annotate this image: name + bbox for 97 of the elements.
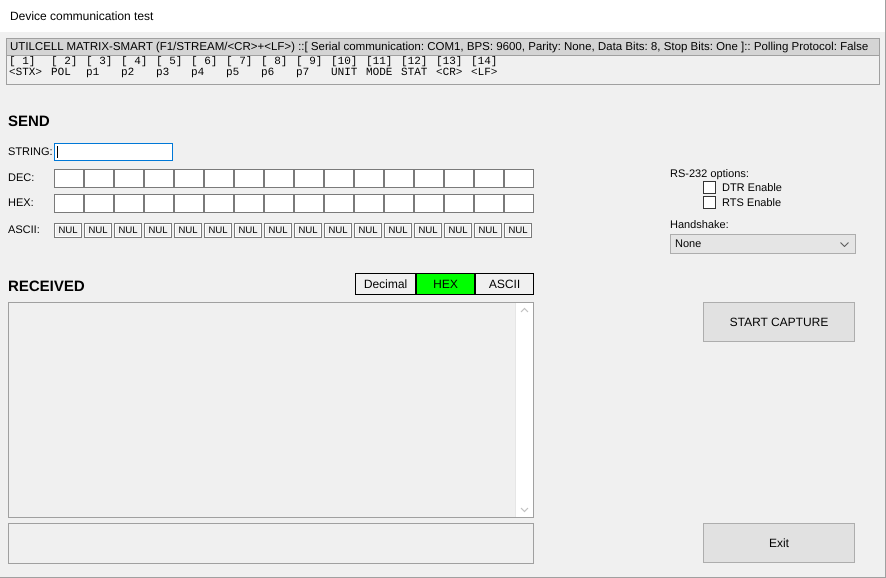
dec-input-field[interactable] — [354, 168, 384, 188]
ascii-cell: NUL — [204, 222, 232, 238]
ascii-cell: NUL — [444, 222, 472, 238]
hex-input-field[interactable] — [504, 194, 534, 212]
ascii-cell: NUL — [114, 222, 142, 238]
field-index: [ 3] — [86, 57, 112, 68]
field-index: [ 5] — [156, 57, 182, 68]
hex-input-field[interactable] — [474, 194, 504, 212]
hex-input-field[interactable] — [174, 194, 204, 212]
ascii-cell: NUL — [234, 222, 262, 238]
field-index: [ 4] — [121, 57, 148, 68]
dec-input-field[interactable] — [324, 168, 354, 188]
ascii-cell: NUL — [174, 222, 202, 238]
field-label: p4 — [191, 68, 204, 79]
section-title: RECEIVED — [8, 278, 85, 295]
ascii-cell: NUL — [84, 222, 112, 238]
mode-tab[interactable]: HEX — [415, 274, 474, 294]
dec-input-field[interactable] — [384, 168, 414, 188]
field-index: [ 6] — [191, 57, 218, 68]
dec-input-field[interactable] — [264, 168, 294, 188]
ascii-cell: NUL — [384, 222, 412, 238]
field-label: p2 — [121, 68, 134, 79]
dec-input-field[interactable] — [54, 168, 84, 188]
dec-input-field[interactable] — [504, 168, 534, 188]
dec-input-field[interactable] — [204, 168, 234, 188]
ascii-cell: NUL — [324, 222, 352, 238]
ascii-cell: NUL — [414, 222, 442, 238]
dec-input-field[interactable] — [174, 168, 204, 188]
field-label: STRING: — [8, 146, 54, 158]
field-label: p6 — [261, 68, 274, 79]
field-index: [10] — [331, 57, 358, 68]
ascii-cell: NUL — [144, 222, 172, 238]
field-index: [ 7] — [226, 57, 252, 68]
field-index: [14] — [471, 57, 498, 68]
hex-input-field[interactable] — [264, 194, 294, 212]
hex-input-field[interactable] — [54, 194, 84, 212]
field-label: UNIT — [331, 68, 358, 79]
field-label: p1 — [86, 68, 100, 79]
hex-input-field[interactable] — [354, 194, 384, 212]
handshake-label: Handshake: — [670, 219, 730, 231]
checkbox-label: DTR Enable — [722, 182, 782, 194]
dec-input-field[interactable] — [294, 168, 324, 188]
field-label: <STX> — [9, 68, 42, 79]
dec-input-field[interactable] — [84, 168, 114, 188]
hex-input-field[interactable] — [84, 194, 114, 212]
ascii-cell: NUL — [264, 222, 292, 238]
field-index: [13] — [436, 57, 462, 68]
field-index: [ 8] — [261, 57, 288, 68]
handshake-dropdown[interactable]: None — [670, 234, 856, 254]
window-title: Device communication test — [10, 9, 154, 23]
checkbox[interactable] — [703, 196, 716, 209]
field-label: MODE — [366, 68, 392, 79]
hex-input-field[interactable] — [114, 194, 144, 212]
ascii-cell: NUL — [54, 222, 82, 238]
chevron-down-icon — [840, 242, 849, 246]
hex-input-field[interactable] — [294, 194, 324, 212]
field-index: [ 9] — [296, 57, 322, 68]
hex-input-field[interactable] — [384, 194, 414, 212]
hex-input-field[interactable] — [414, 194, 444, 212]
string-input-field[interactable] — [54, 143, 173, 161]
field-label: <LF> — [471, 68, 498, 79]
dec-input-field[interactable] — [414, 168, 444, 188]
field-label: p7 — [296, 68, 310, 79]
hex-input-field[interactable] — [144, 194, 174, 212]
field-index: [ 2] — [51, 57, 78, 68]
options-label: RS-232 options: — [670, 168, 750, 180]
dec-input-field[interactable] — [114, 168, 144, 188]
hex-input-field[interactable] — [324, 194, 354, 212]
exit-button[interactable]: Exit — [703, 523, 855, 563]
checkbox[interactable] — [703, 181, 716, 194]
hex-input-field[interactable] — [444, 194, 474, 212]
protocol-header: UTILCELL MATRIX-SMART (F1/STREAM/<CR>+<LF>) ::[ Serial communication: COM1, BPS: 9600, Parity: None, Data Bits: 8, Stop Bits: One ]:: Polling Protocol: False — [7, 39, 879, 56]
start-capture-button[interactable]: START CAPTURE — [703, 302, 855, 342]
hex-input-field[interactable] — [234, 194, 264, 212]
dropdown-value: None — [675, 238, 702, 250]
ascii-cell: NUL — [474, 222, 502, 238]
field-label: ASCII: — [8, 224, 41, 236]
ascii-cell: NUL — [294, 222, 322, 238]
field-label: DEC: — [8, 172, 36, 184]
field-index: [12] — [401, 57, 428, 68]
field-label: p3 — [156, 68, 170, 79]
field-index: [11] — [366, 57, 392, 68]
dec-input-field[interactable] — [474, 168, 504, 188]
field-label: POL — [51, 68, 71, 79]
field-label: HEX: — [8, 197, 35, 209]
dec-input-field[interactable] — [234, 168, 264, 188]
ascii-cell: NUL — [504, 222, 532, 238]
hex-input-field[interactable] — [204, 194, 234, 212]
dec-input-field[interactable] — [144, 168, 174, 188]
field-index: [ 1] — [9, 57, 36, 68]
field-label: p5 — [226, 68, 240, 79]
dec-input-field[interactable] — [444, 168, 474, 188]
field-label: STAT — [401, 68, 428, 79]
field-label: <CR> — [436, 68, 462, 79]
section-title: SEND — [8, 113, 50, 130]
ascii-cell: NUL — [354, 222, 382, 238]
checkbox-label: RTS Enable — [722, 196, 782, 208]
